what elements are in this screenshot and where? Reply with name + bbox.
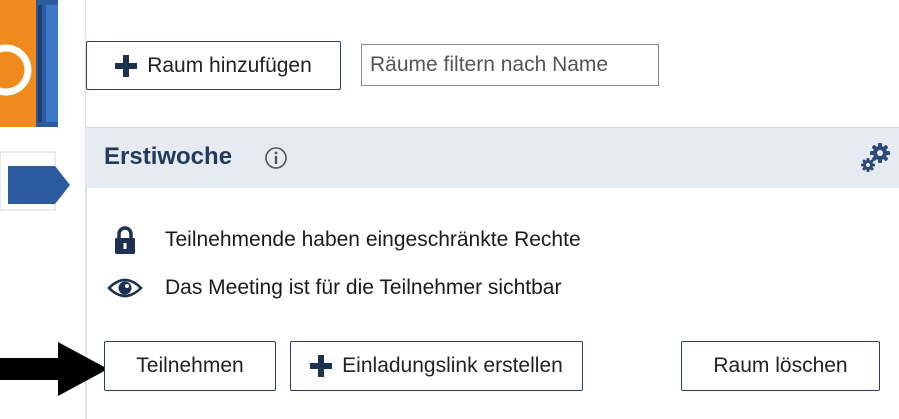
invite-label: Einladungslink erstellen: [342, 354, 563, 377]
room-filter-input[interactable]: [361, 44, 659, 86]
join-label: Teilnehmen: [136, 354, 244, 377]
sidebar-active-item[interactable]: [0, 148, 75, 214]
lock-icon: [107, 224, 143, 256]
info-icon[interactable]: [264, 146, 288, 170]
plus-icon: [310, 355, 333, 377]
add-room-button[interactable]: Raum hinzufügen: [86, 41, 341, 90]
delete-label: Raum löschen: [713, 354, 848, 377]
join-button[interactable]: Teilnehmen: [104, 341, 276, 391]
plus-icon: [115, 54, 138, 77]
permission-text: Teilnehmende haben eingeschränkte Rechte: [165, 228, 581, 251]
eye-icon: [107, 272, 143, 304]
visibility-text: Das Meeting ist für die Teilnehmer sicht…: [165, 276, 562, 299]
visibility-info-row: Das Meeting ist für die Teilnehmer sicht…: [107, 272, 561, 304]
arrow-pointer-icon: [0, 342, 108, 396]
app-logo: [0, 0, 58, 127]
room-header: Erstiwoche: [86, 127, 899, 188]
delete-room-button[interactable]: Raum löschen: [681, 341, 880, 391]
permission-info-row: Teilnehmende haben eingeschränkte Rechte: [107, 224, 581, 256]
create-invite-link-button[interactable]: Einladungslink erstellen: [290, 341, 583, 391]
settings-gear-icon[interactable]: [858, 140, 894, 176]
add-room-label: Raum hinzufügen: [147, 53, 312, 77]
room-title: Erstiwoche: [104, 143, 233, 170]
